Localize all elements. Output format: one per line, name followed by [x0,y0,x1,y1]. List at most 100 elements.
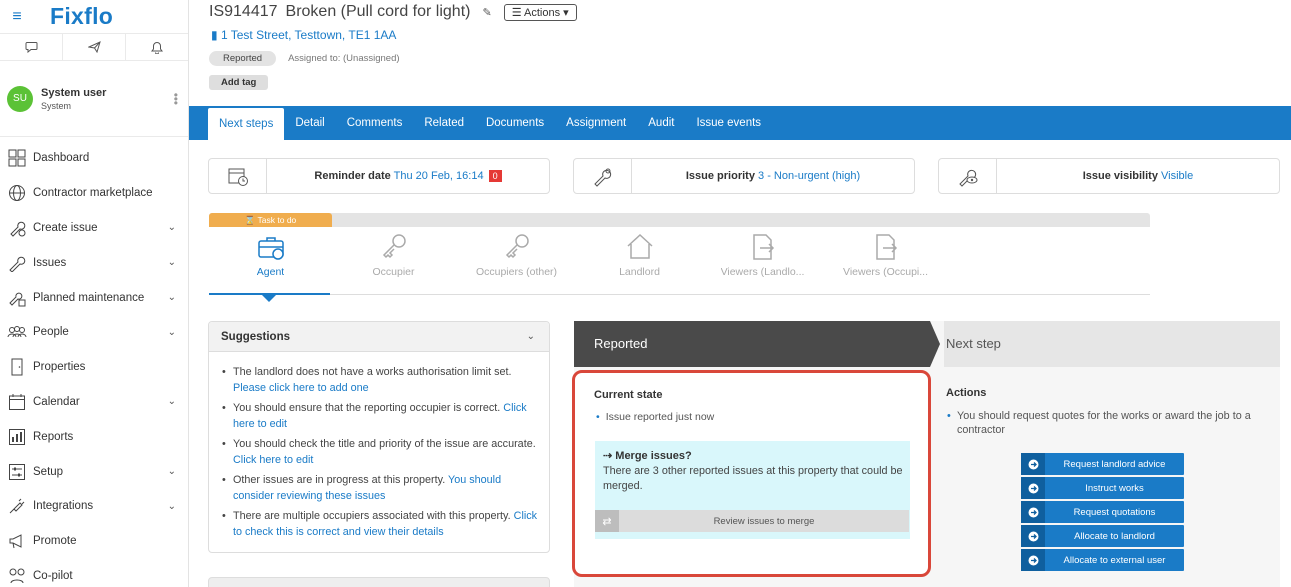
role-label: Viewers (Landlo... [720,266,805,278]
tab-detail[interactable]: Detail [284,106,335,140]
suggestion-link[interactable]: Click here to edit [233,454,313,466]
role-label: Occupier [372,266,415,278]
role-tab-viewers-landlord[interactable]: Viewers (Landlo... [701,232,824,294]
role-tabs: Agent Occupier Occupiers (other) Landlor… [209,232,1150,302]
sidebar-item-label: Planned maintenance [33,291,145,304]
wrench-plus-icon [7,218,27,238]
bell-icon[interactable] [126,34,188,60]
next-stage: Next step [944,321,1280,367]
role-tab-landlord[interactable]: Landlord [578,232,701,294]
globe-icon [7,183,27,203]
sidebar-item-label: Promote [33,535,77,548]
suggestion-link[interactable]: Please click here to add one [233,382,369,394]
list-item: Other issues are in progress at this pro… [221,472,539,504]
actions-text: You should request quotes for the works … [946,409,1266,437]
instruct-works-button[interactable]: Instruct works [1021,477,1184,499]
sidebar-item-contractor-marketplace[interactable]: Contractor marketplace [0,176,188,211]
role-tab-occupiers-other[interactable]: Occupiers (other) [455,232,578,294]
issue-id: IS914417 [209,3,278,20]
request-quotations-button[interactable]: Request quotations [1021,501,1184,523]
tab-documents[interactable]: Documents [475,106,555,140]
chat-icon[interactable] [0,34,63,60]
tab-issue-events[interactable]: Issue events [685,106,772,140]
sidebar-item-reports[interactable]: Reports [0,419,188,454]
building-icon: ▮ [211,28,218,42]
key-icon [382,234,406,259]
suggestion-text: Other issues are in progress at this pro… [233,474,449,486]
sidebar-item-label: Properties [33,361,86,374]
chevron-down-icon: ⌄ [526,331,535,342]
sidebar-item-promote[interactable]: Promote [0,524,188,559]
workflow-steps: Reported Next step [574,321,1280,367]
key-icon [505,234,529,259]
sidebar-item-dashboard[interactable]: Dashboard [0,141,188,176]
arrow-right-circle-icon [1021,501,1045,523]
tab-comments[interactable]: Comments [336,106,414,140]
arrow-right-circle-icon [1021,477,1045,499]
wrench-gear-icon [574,159,632,193]
visibility-label: Issue visibility [1082,170,1158,182]
role-tab-agent[interactable]: Agent [209,232,332,302]
request-landlord-advice-button[interactable]: Request landlord advice [1021,453,1184,475]
action-label: Allocate to landlord [1074,530,1155,542]
user-role: System [41,100,72,111]
sidebar-item-co-pilot[interactable]: Co-pilot [0,559,188,587]
hamburger-menu-icon[interactable]: ≡ [0,8,34,26]
user-card[interactable]: SU System user System • • • [0,61,188,137]
task-bar: ⌛ Task to do [209,213,1150,227]
calendar-clock-icon [209,159,267,193]
chevron-down-icon: ⌄ [167,500,176,512]
suggestions-panel: Suggestions ⌄ The landlord does not have… [208,321,550,553]
sidebar-item-integrations[interactable]: Integrations ⌄ [0,489,188,524]
task-tag-label: Task to do [257,215,297,225]
tab-bar: Next steps Detail Comments Related Docum… [189,106,1291,140]
tab-related[interactable]: Related [413,106,475,140]
kebab-menu-icon[interactable]: • • • [174,89,178,109]
visibility-value: Visible [1161,170,1194,182]
role-label: Occupiers (other) [475,266,558,278]
suggestion-text: You should ensure that the reporting occ… [233,402,504,414]
megaphone-icon [7,531,27,551]
reminder-box[interactable]: Reminder date Thu 20 Feb, 16:14 0 [208,158,550,194]
merge-title: Merge issues? [615,450,692,462]
actions-title: Actions [946,387,987,399]
bar-chart-icon [7,427,27,447]
property-address-link[interactable]: ▮ 1 Test Street, Testtown, TE1 1AA [211,28,396,42]
send-icon[interactable] [63,34,126,60]
review-issues-button[interactable]: ⇄ Review issues to merge [595,510,909,532]
allocate-to-landlord-button[interactable]: Allocate to landlord [1021,525,1184,547]
sidebar-item-create-issue[interactable]: Create issue ⌄ [0,211,188,246]
tab-audit[interactable]: Audit [637,106,685,140]
plug-icon [7,496,27,516]
list-item: You should check the title and priority … [221,436,539,468]
sidebar-item-setup[interactable]: Setup ⌄ [0,454,188,489]
user-name: System user [41,86,107,99]
suggestions-header[interactable]: Suggestions ⌄ [209,322,549,352]
task-to-do-tag: ⌛ Task to do [209,213,332,227]
actions-dropdown[interactable]: ☰ Actions ▾ [503,3,577,21]
visibility-box[interactable]: Issue visibility Visible [938,158,1280,194]
review-issues-label: Review issues to merge [713,515,815,527]
tab-assignment[interactable]: Assignment [555,106,637,140]
allocate-to-external-user-button[interactable]: Allocate to external user [1021,549,1184,571]
tab-next-steps[interactable]: Next steps [208,108,285,140]
role-tab-occupier[interactable]: Occupier [332,232,455,294]
priority-box[interactable]: Issue priority 3 - Non-urgent (high) [573,158,915,194]
sidebar-item-label: Create issue [33,221,98,234]
role-tab-viewers-occupier[interactable]: Viewers (Occupi... [824,232,947,294]
chevron-down-icon: ⌄ [167,292,176,304]
role-label: Landlord [619,266,660,278]
app-logo[interactable]: Fixflo [50,3,113,30]
sidebar-item-people[interactable]: People ⌄ [0,315,188,350]
sidebar-item-planned-maintenance[interactable]: Planned maintenance ⌄ [0,280,188,315]
edit-icon[interactable]: ✎ [482,6,491,19]
priority-value: 3 - Non-urgent (high) [758,170,861,182]
sidebar-item-properties[interactable]: Properties [0,350,188,385]
action-label: Instruct works [1085,482,1144,494]
current-state-card: Current state • Issue reported just now ⇢… [572,370,931,577]
sidebar-item-calendar[interactable]: Calendar ⌄ [0,385,188,420]
people-icon [7,322,27,342]
status-row: Reported Assigned to: (Unassigned) [209,51,400,66]
add-tag-button[interactable]: Add tag [209,75,269,90]
sidebar-item-issues[interactable]: Issues ⌄ [0,245,188,280]
